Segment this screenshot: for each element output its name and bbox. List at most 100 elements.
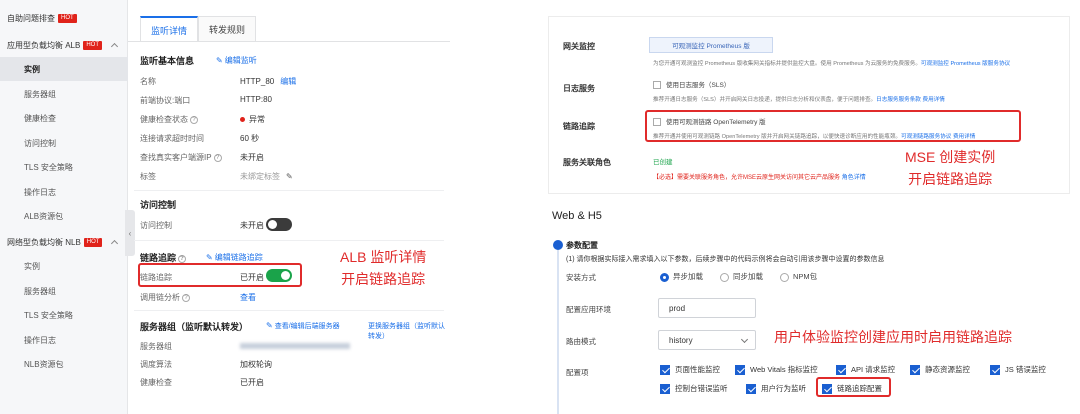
access-control-toggle[interactable] bbox=[266, 218, 292, 231]
web-h5-title: Web & H5 bbox=[552, 210, 602, 222]
sidebar-item-alb-resource-pack[interactable]: ALB资源包 bbox=[0, 204, 128, 228]
prometheus-option-button[interactable]: 可观测监控 Prometheus 版 bbox=[649, 37, 773, 53]
sidebar-item-alb-health-check[interactable]: 健康检查 bbox=[0, 106, 128, 130]
help-icon[interactable]: ? bbox=[182, 293, 190, 302]
edit-tags-icon[interactable]: ✎ bbox=[286, 172, 293, 181]
value-server-health-check: 已开启 bbox=[240, 378, 264, 387]
tab-listener-details[interactable]: 监听详情 bbox=[140, 16, 199, 42]
view-call-chain-link[interactable]: 查看 bbox=[240, 292, 256, 303]
help-icon[interactable]: ? bbox=[213, 153, 222, 162]
radio-icon[interactable] bbox=[720, 272, 729, 282]
section-divider bbox=[134, 240, 444, 241]
radio-npm[interactable]: NPM包 bbox=[780, 271, 817, 282]
sidebar-item-nlb-operation-log[interactable]: 操作日志 bbox=[0, 328, 128, 352]
sidebar-item-nlb-resource-pack[interactable]: NLB资源包 bbox=[0, 352, 128, 376]
edit-listener-link[interactable]: ✎ 编辑监听 bbox=[216, 55, 257, 66]
hot-badge: HOT bbox=[58, 13, 77, 23]
annotation-alb: ALB 监听详情 开启链路追踪 bbox=[340, 249, 427, 287]
annotation-rum: 用户体验监控创建应用时启用链路追踪 bbox=[774, 329, 1012, 345]
sidebar-item-alb-server-groups[interactable]: 服务器组 bbox=[0, 82, 128, 106]
label-tags: 标签 bbox=[140, 172, 156, 181]
label-server-health-check: 健康检查 bbox=[140, 378, 172, 387]
value-server-group-redacted bbox=[240, 341, 350, 350]
sidebar-group-nlb[interactable]: 网络型负载均衡 NLB HOT bbox=[0, 230, 128, 254]
label-access-control: 访问控制 bbox=[140, 221, 172, 230]
section-title-access-control: 访问控制 bbox=[140, 200, 177, 210]
edit-icon: ✎ bbox=[216, 56, 223, 65]
config-js-errors[interactable]: JS 错误监控 bbox=[990, 364, 1046, 375]
chevron-up-icon bbox=[111, 239, 119, 248]
radio-sync[interactable]: 同步加载 bbox=[720, 271, 763, 282]
section-divider bbox=[134, 190, 444, 191]
chevron-up-icon bbox=[110, 42, 119, 51]
sidebar-group-alb[interactable]: 应用型负载均衡 ALB HOT bbox=[0, 33, 128, 57]
radio-async[interactable]: 异步加载 bbox=[660, 271, 703, 282]
checkbox-checked-icon[interactable] bbox=[990, 364, 1000, 375]
checkbox-checked-icon[interactable] bbox=[660, 364, 670, 375]
error-status-dot bbox=[240, 117, 245, 123]
listener-tabs: 监听详情 转发规则 bbox=[140, 16, 257, 42]
checkbox-checked-icon[interactable] bbox=[746, 383, 756, 394]
sidebar-item-nlb-server-groups[interactable]: 服务器组 bbox=[0, 279, 128, 303]
label-connection-timeout: 连接请求超时时间 bbox=[140, 134, 204, 143]
service-role-required-note: 【必选】需要关联服务角色，允许MSE云原生网关访问其它云产品服务 角色详情 bbox=[653, 175, 866, 181]
sidebar-item-alb-operation-log[interactable]: 操作日志 bbox=[0, 180, 128, 204]
edit-tracing-link[interactable]: ✎ 编辑链路追踪 bbox=[206, 252, 263, 263]
config-user-behavior[interactable]: 用户行为监听 bbox=[746, 383, 806, 394]
sls-terms-link[interactable]: 日志服务服务条款 bbox=[876, 97, 921, 103]
option-sls[interactable]: 使用日志服务（SLS） bbox=[653, 79, 730, 90]
change-server-group-link[interactable]: 更换服务器组（监听默认转发） bbox=[368, 321, 450, 341]
annotation-mse: MSE 创建实例 开启链路追踪 bbox=[905, 149, 996, 187]
checkbox-checked-icon[interactable] bbox=[836, 364, 846, 375]
label-service-role: 服务关联角色 bbox=[563, 158, 611, 167]
service-role-status: 已创建 bbox=[653, 159, 673, 166]
label-route-mode: 路由模式 bbox=[566, 337, 596, 346]
checkbox-checked-icon[interactable] bbox=[660, 383, 670, 394]
sidebar-item-nlb-instances[interactable]: 实例 bbox=[0, 254, 128, 278]
sls-pricing-link[interactable]: 费用详情 bbox=[922, 97, 944, 103]
sidebar-item-alb-tls-policy[interactable]: TLS 安全策略 bbox=[0, 155, 128, 179]
help-icon[interactable]: ? bbox=[178, 254, 187, 263]
value-connection-timeout: 60 秒 bbox=[240, 134, 260, 143]
checkbox-checked-icon[interactable] bbox=[910, 364, 920, 375]
edit-name-link[interactable]: 编辑 bbox=[280, 77, 296, 86]
radio-icon[interactable] bbox=[780, 272, 789, 282]
config-api-requests[interactable]: API 请求监控 bbox=[836, 364, 895, 375]
sidebar-item-alb-access-control[interactable]: 访问控制 bbox=[0, 131, 128, 155]
value-health-status: 异常 bbox=[240, 114, 265, 125]
config-page-performance[interactable]: 页面性能监控 bbox=[660, 364, 720, 375]
step-dot-icon bbox=[553, 240, 563, 250]
app-env-input[interactable]: prod bbox=[658, 298, 756, 318]
sidebar-item-self-troubleshoot[interactable]: 自助问题排查 HOT bbox=[0, 6, 128, 30]
checkbox-checked-icon[interactable] bbox=[735, 364, 745, 375]
label-scheduling: 调度算法 bbox=[140, 360, 172, 369]
highlight-box-mse-tracing bbox=[645, 110, 1021, 142]
label-frontend-protocol: 前端协议:端口 bbox=[140, 96, 191, 105]
tab-forwarding-rules[interactable]: 转发规则 bbox=[198, 16, 257, 42]
sidebar-item-alb-instances[interactable]: 实例 bbox=[0, 57, 128, 81]
view-edit-backend-link[interactable]: ✎ 查看/编辑后端服务器 bbox=[266, 321, 340, 331]
edit-icon: ✎ bbox=[266, 321, 273, 330]
highlight-box-rum-tracing bbox=[816, 377, 891, 397]
config-static-resources[interactable]: 静态资源监控 bbox=[910, 364, 970, 375]
value-name: HTTP_80 编辑 bbox=[240, 77, 297, 86]
label-server-group: 服务器组 bbox=[140, 342, 172, 351]
label-real-client-ip: 查找真实客户端源IP? bbox=[140, 152, 222, 163]
role-details-link[interactable]: 角色详情 bbox=[842, 175, 866, 181]
help-icon[interactable]: ? bbox=[190, 115, 198, 124]
sidebar-item-nlb-tls-policy[interactable]: TLS 安全策略 bbox=[0, 303, 128, 327]
tabs-divider bbox=[128, 41, 450, 42]
route-mode-select[interactable]: history bbox=[658, 330, 756, 350]
config-console-errors[interactable]: 控制台错误监听 bbox=[660, 383, 728, 394]
sidebar-collapse-handle[interactable]: ‹ bbox=[125, 210, 135, 256]
value-real-client-ip: 未开启 bbox=[240, 153, 264, 162]
radio-selected-icon[interactable] bbox=[660, 272, 669, 282]
prometheus-agreement-link[interactable]: 可观测监控 Prometheus 版服务协议 bbox=[921, 61, 1010, 67]
label-call-chain-analysis: 调用链分析? bbox=[140, 292, 190, 303]
sls-checkbox[interactable] bbox=[653, 81, 661, 90]
config-web-vitals[interactable]: Web Vitals 指标监控 bbox=[735, 364, 818, 375]
value-tags: 未绑定标签 ✎ bbox=[240, 172, 293, 181]
param-config-title: 参数配置 bbox=[566, 241, 598, 250]
param-config-desc: (1) 请你根据实际接入需求填入以下参数，后续步骤中的代码示例将会自动引用该步骤… bbox=[566, 256, 885, 263]
label-install-method: 安装方式 bbox=[566, 273, 596, 282]
